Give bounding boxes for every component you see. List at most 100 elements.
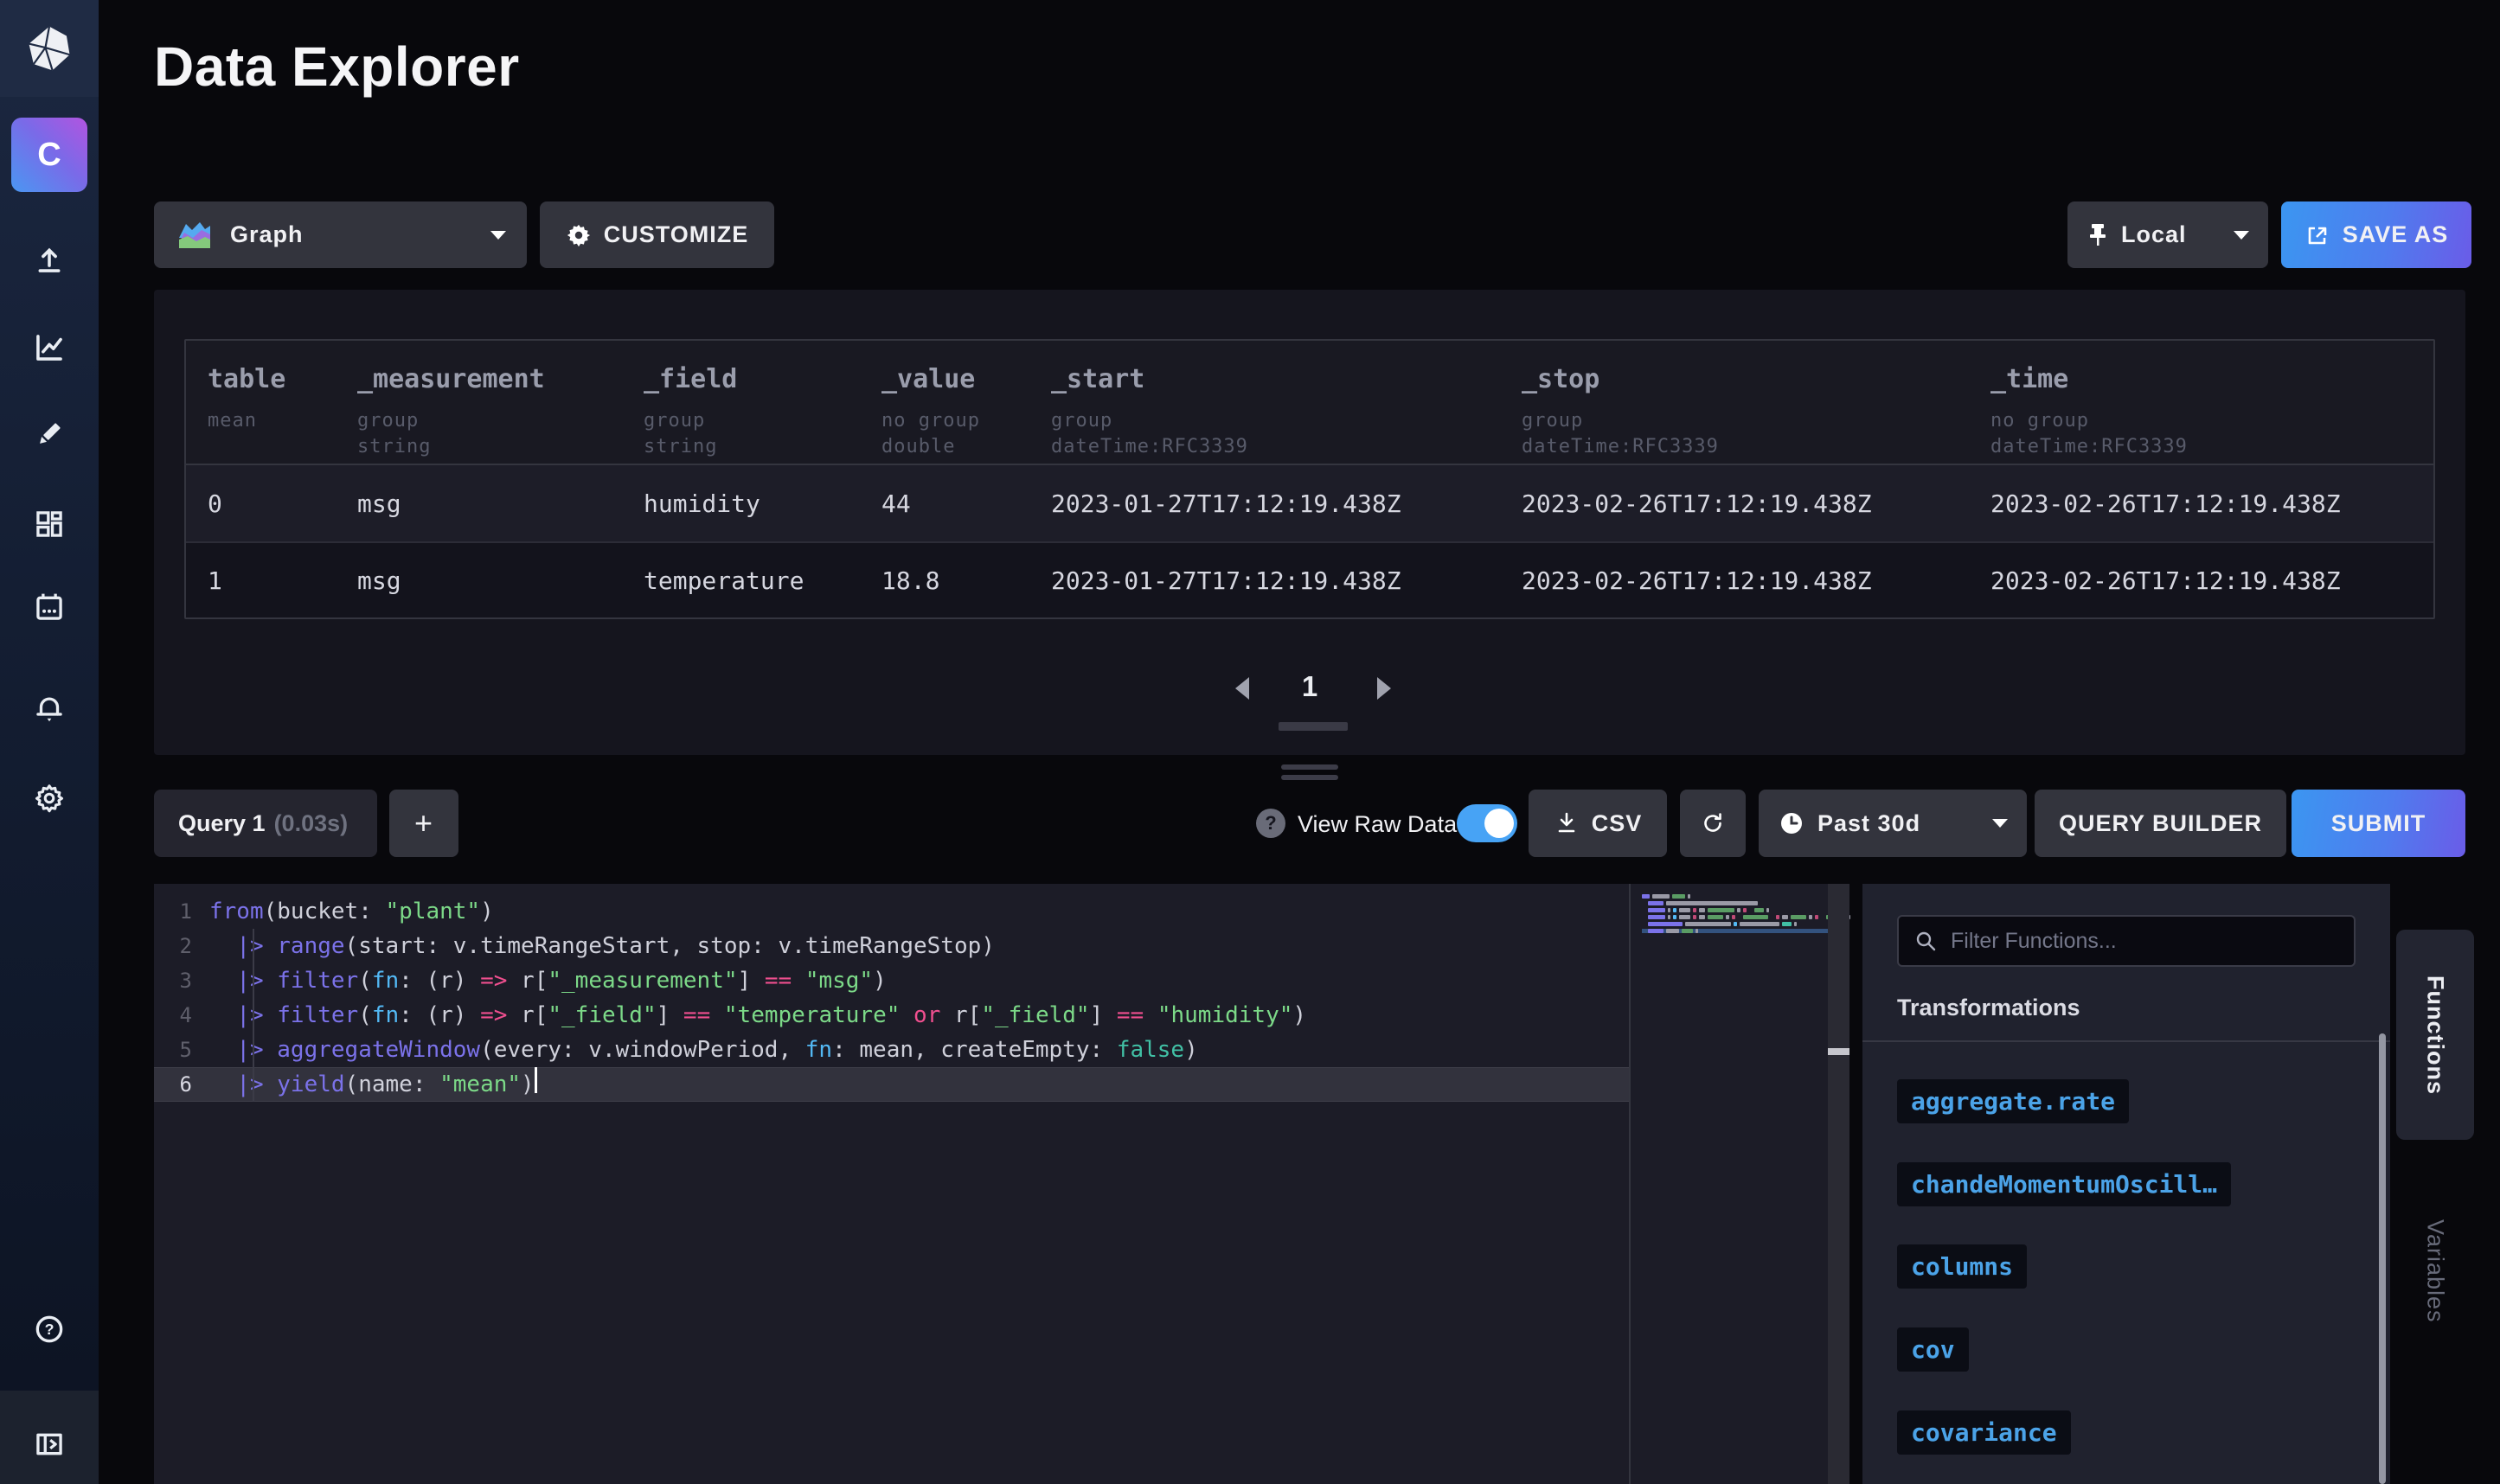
column-header: tablemean [208, 364, 357, 464]
view-raw-data-label: View Raw Data [1298, 811, 1457, 838]
function-chip[interactable]: cov [1897, 1327, 1969, 1372]
panel-resize-handle[interactable] [1281, 764, 1338, 770]
table-cell: 2023-02-26T17:12:19.438Z [1990, 566, 2433, 595]
scrollbar-thumb[interactable] [1828, 1048, 1849, 1055]
chevron-down-icon [1992, 819, 2008, 828]
function-chip[interactable]: chandeMomentumOscill… [1897, 1162, 2231, 1206]
table-cell: 2023-02-26T17:12:19.438Z [1522, 566, 1990, 595]
sidebar-footer [0, 1391, 99, 1484]
minimap[interactable] [1642, 894, 1828, 936]
table-header-row: tablemean_measurementgroupstring_fieldgr… [186, 341, 2433, 465]
customize-label: CUSTOMIZE [604, 221, 749, 248]
save-as-button[interactable]: SAVE AS [2281, 201, 2471, 268]
submit-button[interactable]: SUBMIT [2292, 790, 2465, 857]
chevron-down-icon [490, 231, 506, 240]
line-number: 6 [154, 1067, 209, 1102]
table-body: 0msghumidity442023-01-27T17:12:19.438Z20… [186, 465, 2433, 617]
next-page-button[interactable] [1377, 677, 1391, 700]
table-cell: 2023-01-27T17:12:19.438Z [1051, 566, 1522, 595]
query-tab[interactable]: Query 1 (0.03s) [154, 790, 377, 857]
function-chip[interactable]: aggregate.rate [1897, 1079, 2129, 1123]
table-cell: 0 [208, 489, 357, 518]
csv-download-button[interactable]: CSV [1529, 790, 1667, 857]
column-header: _stopgroupdateTime:RFC3339 [1522, 364, 1990, 464]
help-question-icon[interactable]: ? [1256, 809, 1285, 838]
code-lines[interactable]: 1from(bucket: "plant")2 |> range(start: … [154, 894, 1629, 1102]
filter-functions-search[interactable] [1897, 915, 2356, 967]
table-row: 0msghumidity442023-01-27T17:12:19.438Z20… [186, 465, 2433, 541]
code-line[interactable]: 5 |> aggregateWindow(every: v.windowPeri… [154, 1033, 1629, 1067]
table-cell: 18.8 [881, 566, 1051, 595]
code-line[interactable]: 2 |> range(start: v.timeRangeStart, stop… [154, 929, 1629, 963]
view-raw-data-toggle[interactable] [1457, 804, 1517, 842]
gear-icon[interactable] [33, 782, 66, 815]
minimap-line [1642, 894, 1828, 899]
function-chip[interactable]: columns [1897, 1244, 2027, 1289]
code-line[interactable]: 1from(bucket: "plant") [154, 894, 1629, 929]
functions-panel: Transformations aggregate.rate chandeMome… [1862, 884, 2390, 1484]
calendar-icon[interactable] [33, 591, 66, 624]
search-input[interactable] [1951, 929, 2340, 954]
table-cell: msg [357, 489, 644, 518]
query-builder-label: QUERY BUILDER [2059, 810, 2262, 837]
download-icon [1554, 810, 1580, 836]
refresh-icon [1699, 809, 1727, 837]
scope-label: Local [2121, 221, 2187, 248]
table-cell: temperature [644, 566, 881, 595]
time-range-label: Past 30d [1817, 810, 1920, 837]
column-header: _valueno groupdouble [881, 364, 1051, 464]
table-cell: 2023-02-26T17:12:19.438Z [1990, 489, 2433, 518]
upload-icon[interactable] [33, 243, 66, 276]
page-number: 1 [1266, 670, 1353, 703]
section-title: Transformations [1897, 995, 2080, 1021]
query-tab-label: Query 1 [178, 810, 266, 837]
time-range-dropdown[interactable]: Past 30d [1759, 790, 2027, 857]
expand-panel-icon[interactable] [33, 1428, 66, 1461]
dashboards-icon[interactable] [33, 508, 66, 541]
csv-label: CSV [1592, 810, 1643, 837]
app-logo[interactable] [0, 0, 99, 97]
code-line[interactable]: 6 |> yield(name: "mean") [154, 1067, 1629, 1102]
function-chip[interactable]: covariance [1897, 1410, 2071, 1455]
line-number: 5 [154, 1033, 209, 1067]
flux-code-editor[interactable]: 1from(bucket: "plant")2 |> range(start: … [154, 884, 1849, 1484]
tab-variables-label: Variables [2422, 1219, 2449, 1323]
scope-dropdown[interactable]: Local [2067, 201, 2268, 268]
org-avatar[interactable]: C [11, 118, 87, 192]
query-builder-button[interactable]: QUERY BUILDER [2035, 790, 2286, 857]
gear-icon [566, 222, 592, 248]
refresh-button[interactable] [1680, 790, 1746, 857]
tab-functions[interactable]: Functions [2396, 930, 2474, 1140]
minimap-line [1642, 908, 1828, 912]
tab-variables[interactable]: Variables [2396, 1202, 2474, 1340]
page-title: Data Explorer [154, 35, 520, 99]
bell-icon[interactable] [33, 693, 66, 726]
left-nav-sidebar: C ? [0, 0, 99, 1484]
editor-scrollbar[interactable] [1828, 884, 1849, 1484]
raw-data-table: tablemean_measurementgroupstring_fieldgr… [184, 339, 2435, 619]
add-query-button[interactable]: + [389, 790, 458, 857]
editor-divider [1629, 884, 1631, 1484]
view-type-dropdown[interactable]: Graph [154, 201, 527, 268]
minimap-line [1642, 922, 1828, 926]
help-icon[interactable]: ? [33, 1313, 66, 1346]
panel-scrollbar-thumb[interactable] [2379, 1033, 2386, 1484]
indent-guide [253, 929, 254, 1102]
svg-text:?: ? [45, 1321, 54, 1338]
clock-icon [1778, 809, 1805, 837]
column-header: _fieldgroupstring [644, 364, 881, 464]
column-header: _startgroupdateTime:RFC3339 [1051, 364, 1522, 464]
code-line[interactable]: 3 |> filter(fn: (r) => r["_measurement"]… [154, 963, 1629, 998]
code-line[interactable]: 4 |> filter(fn: (r) => r["_field"] == "t… [154, 998, 1629, 1033]
table-cell: 1 [208, 566, 357, 595]
graphs-icon[interactable] [33, 331, 66, 364]
toggle-knob [1484, 809, 1514, 838]
line-number: 2 [154, 929, 209, 963]
table-cell: 2023-01-27T17:12:19.438Z [1051, 489, 1522, 518]
edit-icon[interactable] [33, 418, 66, 451]
prev-page-button[interactable] [1235, 677, 1249, 700]
chevron-down-icon [2234, 231, 2249, 240]
customize-button[interactable]: CUSTOMIZE [540, 201, 774, 268]
panel-resize-handle[interactable] [1281, 775, 1338, 780]
divider [1862, 1040, 2390, 1042]
